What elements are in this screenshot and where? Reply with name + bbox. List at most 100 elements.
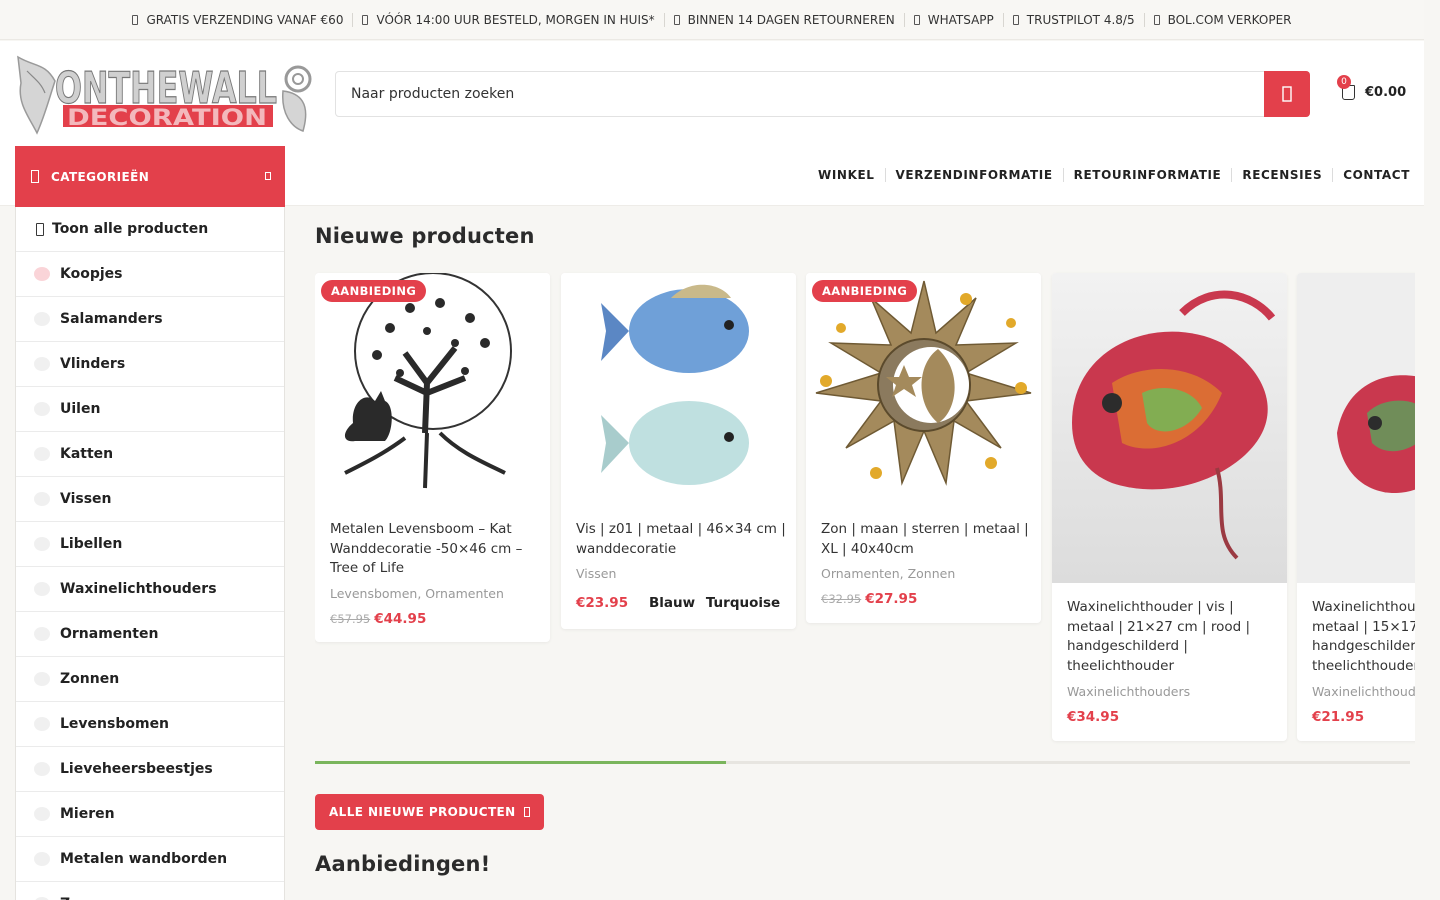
sale-price: €27.95: [865, 591, 918, 607]
announcement-item: GRATIS VERZENDING VANAF €60: [123, 13, 352, 27]
arrow-right-icon: [523, 807, 530, 817]
cart-count-badge: 0: [1337, 75, 1351, 89]
sidebar-item-all[interactable]: Toon alle producten: [16, 207, 284, 252]
site-header: ONTHEWALL DECORATION 0 €0.00: [0, 41, 1424, 146]
product-category[interactable]: Waxinelichthouders: [1312, 684, 1415, 699]
svg-text:DECORATION: DECORATION: [67, 106, 267, 131]
site-logo[interactable]: ONTHEWALL DECORATION: [15, 53, 315, 135]
announcement-item: BINNEN 14 DAGEN RETOURNEREN: [663, 12, 904, 27]
color-variants: Blauw Turquoise: [649, 595, 780, 611]
chevron-down-icon: [265, 172, 271, 180]
product-category[interactable]: Waxinelichthouders: [1067, 684, 1190, 699]
carousel-scrollbar[interactable]: [315, 761, 1410, 764]
tag-icon: [34, 267, 50, 281]
candle-icon: [34, 582, 50, 596]
old-price: €57.95: [330, 612, 371, 626]
bolcom-link[interactable]: BOL.COM VERKOPER: [1143, 12, 1301, 27]
star-icon: [1012, 14, 1019, 25]
search-icon: [1282, 86, 1292, 102]
nav-item-retourinformatie[interactable]: RETOURINFORMATIE: [1062, 168, 1232, 182]
product-category[interactable]: Levensbomen, Ornamenten: [330, 586, 504, 601]
sidebar-item-vlinders[interactable]: Vlinders: [16, 342, 284, 387]
section-title-new: Nieuwe producten: [315, 224, 535, 248]
main-navigation: WINKEL VERZENDINFORMATIE RETOURINFORMATI…: [808, 168, 1410, 182]
product-category[interactable]: Ornamenten, Zonnen: [821, 566, 955, 581]
product-image[interactable]: [561, 273, 796, 503]
sidebar-item-vissen[interactable]: Vissen: [16, 477, 284, 522]
product-price: €34.95: [1067, 709, 1120, 725]
store-icon: [1153, 14, 1160, 25]
grid-icon: [36, 222, 44, 236]
fish-candle-holder-image: [1052, 273, 1287, 583]
product-card[interactable]: AANBIEDING Zon | maan | sterren | metaal…: [806, 273, 1041, 623]
menu-icon: [31, 170, 39, 183]
search-button[interactable]: [1264, 71, 1310, 117]
search-bar: [335, 71, 1310, 117]
sidebar-item-libellen[interactable]: Libellen: [16, 522, 284, 567]
sidebar-item-zonnen[interactable]: Zonnen: [16, 657, 284, 702]
sidebar-item-metalen-wandborden[interactable]: Metalen wandborden: [16, 837, 284, 882]
tree-of-life-image: [315, 273, 550, 503]
product-card[interactable]: Waxinelichthouder | vis | metaal | 21×27…: [1052, 273, 1287, 741]
product-image[interactable]: AANBIEDING: [806, 273, 1041, 503]
cart-button[interactable]: 0 €0.00: [1337, 75, 1407, 100]
product-card[interactable]: AANBIEDING Metalen Levensboom – Kat Wand…: [315, 273, 550, 642]
main-content: Nieuwe producten AANBIEDING Metalen Leve…: [315, 207, 1415, 900]
nav-item-contact[interactable]: CONTACT: [1332, 168, 1410, 182]
sign-icon: [34, 852, 50, 866]
announcement-item: VÓÓR 14:00 UUR BESTELD, MORGEN IN HUIS*: [352, 12, 663, 27]
truck-icon: [132, 14, 139, 25]
ladybug-icon: [34, 762, 50, 776]
salamander-icon: [34, 312, 50, 326]
whatsapp-link[interactable]: WHATSAPP: [903, 12, 1003, 27]
product-title[interactable]: Metalen Levensboom – Kat Wanddecoratie -…: [330, 520, 540, 579]
product-title[interactable]: Waxinelichthouder | vis | metaal | 21×27…: [1067, 598, 1277, 676]
return-icon: [673, 14, 680, 25]
dragonfly-icon: [34, 537, 50, 551]
sale-price: €44.95: [374, 611, 427, 627]
shopping-bag-icon: 0: [1337, 75, 1355, 100]
ant-icon: [34, 807, 50, 821]
search-input[interactable]: [336, 72, 1264, 116]
product-image[interactable]: AANBIEDING: [315, 273, 550, 503]
fish-icon: [34, 492, 50, 506]
categories-button[interactable]: CATEGORIEËN: [15, 146, 285, 207]
announcement-bar: GRATIS VERZENDING VANAF €60 VÓÓR 14:00 U…: [0, 0, 1424, 40]
whatsapp-icon: [913, 14, 920, 25]
product-title[interactable]: Waxinelichthouder | vis | metaal | 15×17…: [1312, 598, 1415, 676]
sale-badge: AANBIEDING: [321, 280, 427, 302]
nav-item-recensies[interactable]: RECENSIES: [1231, 168, 1332, 182]
sidebar-item-levensbomen[interactable]: Levensbomen: [16, 702, 284, 747]
variant-swatch-blauw[interactable]: Blauw: [649, 595, 695, 611]
cart-total: €0.00: [1365, 85, 1407, 100]
variant-swatch-turquoise[interactable]: Turquoise: [706, 595, 780, 611]
tree-icon: [34, 717, 50, 731]
sidebar-item-uilen[interactable]: Uilen: [16, 387, 284, 432]
sidebar-item-lieveheersbeestjes[interactable]: Lieveheersbeestjes: [16, 747, 284, 792]
sidebar-item-koopjes[interactable]: Koopjes: [16, 252, 284, 297]
sidebar-item-waxinelichthouders[interactable]: Waxinelichthouders: [16, 567, 284, 612]
sun-moon-image: [806, 273, 1041, 503]
product-title[interactable]: Zon | maan | sterren | metaal | XL | 40x…: [821, 520, 1031, 559]
product-image[interactable]: [1297, 273, 1415, 583]
all-new-products-button[interactable]: ALLE NIEUWE PRODUCTEN: [315, 794, 544, 830]
product-card[interactable]: Vis | z01 | metaal | 46×34 cm | wanddeco…: [561, 273, 796, 629]
product-price: €57.95 €44.95: [330, 611, 426, 627]
product-image[interactable]: [1052, 273, 1287, 583]
ornament-icon: [34, 627, 50, 641]
navigation-row: CATEGORIEËN WINKEL VERZENDINFORMATIE RET…: [0, 146, 1424, 207]
carousel-scrollbar-thumb[interactable]: [315, 761, 726, 764]
sidebar-item-salamanders[interactable]: Salamanders: [16, 297, 284, 342]
sidebar-item-mieren[interactable]: Mieren: [16, 792, 284, 837]
sidebar-item-ornamenten[interactable]: Ornamenten: [16, 612, 284, 657]
trustpilot-link[interactable]: TRUSTPILOT 4.8/5: [1002, 12, 1144, 27]
product-title[interactable]: Vis | z01 | metaal | 46×34 cm | wanddeco…: [576, 520, 786, 559]
product-card[interactable]: Waxinelichthouder | vis | metaal | 15×17…: [1297, 273, 1415, 741]
sun-icon: [34, 672, 50, 686]
sidebar-item-katten[interactable]: Katten: [16, 432, 284, 477]
sidebar-item-more[interactable]: Z: [16, 882, 284, 900]
product-category[interactable]: Vissen: [576, 566, 616, 581]
nav-item-verzendinformatie[interactable]: VERZENDINFORMATIE: [884, 168, 1063, 182]
nav-item-winkel[interactable]: WINKEL: [808, 168, 885, 182]
clock-icon: [362, 14, 369, 25]
